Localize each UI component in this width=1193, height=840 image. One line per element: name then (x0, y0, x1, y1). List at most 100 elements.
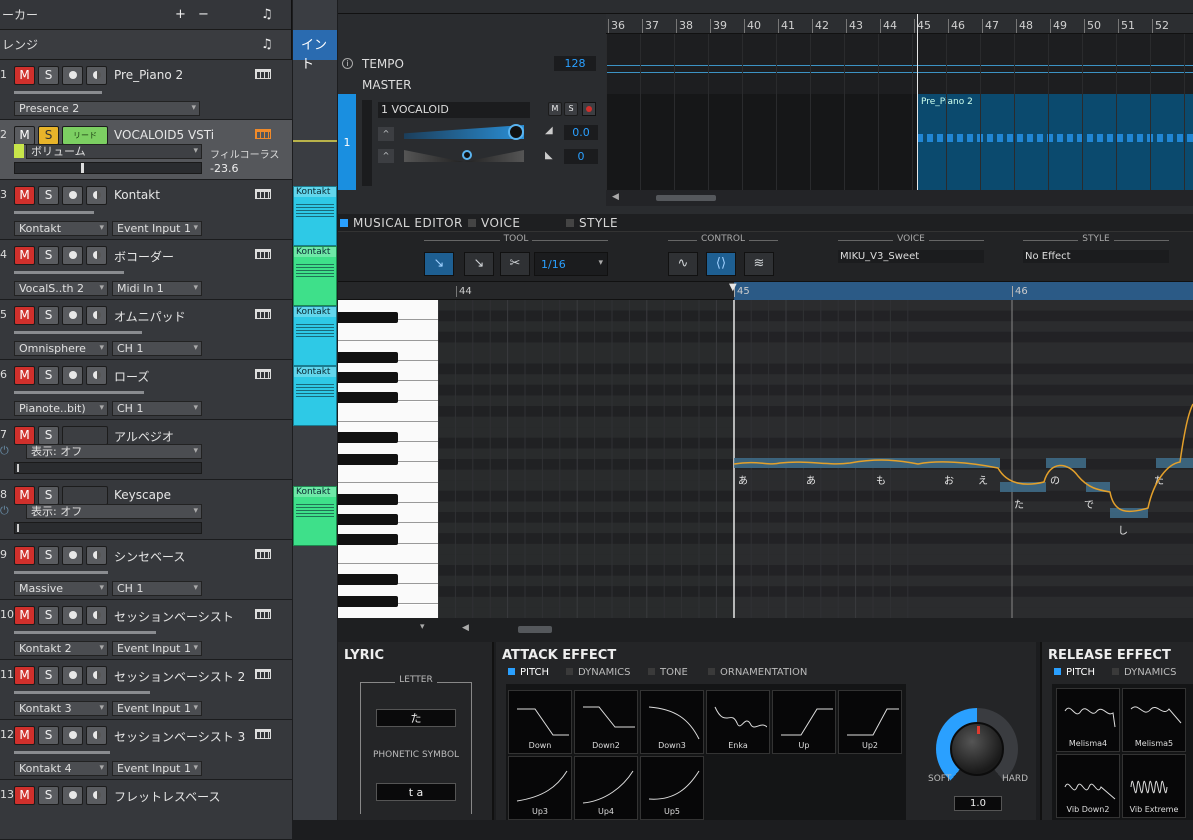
instrument-select[interactable]: Presence 2 (14, 101, 200, 116)
monitor-button[interactable] (86, 606, 107, 625)
input-select[interactable]: CH 1 (112, 581, 202, 596)
solo-button[interactable]: S (38, 726, 59, 745)
track-row[interactable]: 10MS セッションベーシスト Kontakt 2 Event Input 1 (0, 600, 292, 660)
black-key[interactable] (338, 392, 398, 403)
attack-preset-tile[interactable]: Enka (706, 690, 770, 754)
solo-button[interactable]: S (38, 306, 59, 325)
record-button[interactable] (62, 666, 83, 685)
black-key[interactable] (338, 312, 398, 323)
input-select[interactable]: Event Input 1 (112, 641, 202, 656)
scroll-thumb[interactable] (518, 626, 552, 633)
volume-meter[interactable] (14, 391, 144, 394)
horizontal-scrollbar[interactable]: ◀ (606, 190, 1193, 206)
track-name[interactable]: セッションベーシスト 2 (114, 668, 245, 685)
input-select[interactable]: Event Input 1 (112, 761, 202, 776)
info-icon[interactable]: i (342, 58, 353, 69)
record-button[interactable] (62, 366, 83, 385)
automation-select[interactable]: 表示: オフ (26, 504, 202, 519)
solo-button[interactable]: S (564, 102, 578, 116)
attack-preset-tile[interactable]: Up2 (838, 690, 902, 754)
attack-preset-tile[interactable]: Up (772, 690, 836, 754)
mute-button[interactable]: M (14, 786, 35, 805)
black-key[interactable] (338, 352, 398, 363)
monitor-button[interactable] (86, 366, 107, 385)
scissors-icon[interactable]: ✂ (500, 252, 530, 276)
track-name[interactable]: VOCALOID5 VSTi (114, 128, 214, 142)
mute-button[interactable]: M (14, 246, 35, 265)
input-select[interactable]: CH 1 (112, 401, 202, 416)
release-preset-tile[interactable]: Melisma5 (1122, 688, 1186, 752)
automation-select[interactable]: ボリューム (26, 144, 202, 159)
monitor-button[interactable] (86, 666, 107, 685)
track-row[interactable]: 8 M S Keyscape ⏻ 表示: オフ (0, 480, 292, 540)
instrument-select[interactable]: Kontakt 4 (14, 761, 108, 776)
track-row[interactable]: 4MS ボコーダー VocalS..th 2 Midi In 1 (0, 240, 292, 300)
record-button[interactable] (62, 726, 83, 745)
track-row[interactable]: 11MS セッションベーシスト 2 Kontakt 3 Event Input 1 (0, 660, 292, 720)
track-name[interactable]: ボコーダー (114, 248, 174, 265)
automation-select[interactable]: 表示: オフ (26, 444, 202, 459)
record-button[interactable] (62, 246, 83, 265)
editor-scrollbar[interactable]: ▾ ◀ (338, 618, 1193, 642)
monitor-button[interactable] (86, 66, 107, 85)
parameter-slider[interactable] (14, 162, 202, 174)
tab-musical-editor[interactable]: MUSICAL EDITOR (340, 216, 463, 230)
tab-voice[interactable]: VOICE (468, 216, 520, 230)
instrument-select[interactable]: Omnisphere (14, 341, 108, 356)
mute-button[interactable]: M (14, 546, 35, 565)
attack-preset-tile[interactable]: Up4 (574, 756, 638, 820)
volume-value[interactable]: 0.0 (564, 125, 598, 140)
attack-preset-tile[interactable]: Down3 (640, 690, 704, 754)
volume-fader[interactable] (404, 125, 524, 139)
style-select[interactable]: No Effect (1023, 250, 1169, 263)
playhead[interactable] (917, 14, 918, 190)
mute-button[interactable]: M (14, 426, 35, 445)
attack-preset-tile[interactable]: Down (508, 690, 572, 754)
track-row[interactable]: 12MS セッションベーシスト 3 Kontakt 4 Event Input 1 (0, 720, 292, 780)
release-preset-tile[interactable]: Vib Down2 (1056, 754, 1120, 818)
record-arm-button[interactable] (62, 426, 108, 445)
volume-meter[interactable] (14, 331, 142, 334)
instrument-select[interactable]: VocalS..th 2 (14, 281, 108, 296)
instrument-select[interactable]: Pianote..bit) (14, 401, 108, 416)
white-key[interactable] (338, 320, 438, 341)
volume-meter[interactable] (14, 91, 102, 94)
track-row[interactable]: 1 M S Pre_Piano 2 Presence 2 (0, 60, 292, 120)
tempo-lane[interactable] (606, 34, 1193, 94)
mute-button[interactable]: M (14, 306, 35, 325)
instrument-icon[interactable] (255, 189, 271, 199)
power-icon[interactable]: ⏻ (0, 444, 9, 458)
monitor-button[interactable] (86, 786, 107, 805)
mute-button[interactable]: M (14, 606, 35, 625)
caret-up-icon[interactable]: ^ (378, 127, 394, 141)
release-preset-tile[interactable]: Melisma4 (1056, 688, 1120, 752)
strength-knob[interactable] (950, 722, 1004, 776)
instrument-icon[interactable] (255, 369, 271, 379)
track-index-badge[interactable]: 1 (338, 94, 356, 190)
record-button[interactable] (62, 786, 83, 805)
volume-meter[interactable] (14, 211, 94, 214)
solo-button[interactable]: S (38, 666, 59, 685)
track-name[interactable]: シンセベース (114, 548, 185, 565)
pitch-control-icon[interactable]: ∿ (668, 252, 698, 276)
track-row[interactable]: 2MSリード VOCALOID5 VSTi ボリュームフィルコーラス-23.6 (0, 120, 292, 180)
instrument-icon[interactable] (255, 669, 271, 679)
white-key[interactable] (338, 401, 438, 422)
monitor-button[interactable] (86, 246, 107, 265)
color-swatch[interactable] (14, 144, 24, 158)
attack-preset-tile[interactable]: Up3 (508, 756, 572, 820)
piano-keyboard[interactable]: C4 C3 (338, 300, 438, 618)
record-icon[interactable] (582, 102, 596, 116)
parameter-slider[interactable] (14, 462, 202, 474)
release-preset-tile[interactable]: Vib Extreme (1122, 754, 1186, 818)
scroll-left-icon[interactable]: ◀ (462, 623, 469, 633)
arrange-clip[interactable]: Kontakt (293, 486, 337, 546)
attack-tab-ornamentation[interactable]: ORNAMENTATION (708, 666, 807, 680)
clip-pre-piano[interactable]: Pre_Piano 2 (917, 94, 1193, 190)
monitor-button[interactable] (86, 306, 107, 325)
track-name[interactable]: セッションベーシスト (114, 608, 234, 625)
instrument-select[interactable]: Massive (14, 581, 108, 596)
attack-preset-tile[interactable]: Down2 (574, 690, 638, 754)
mute-button[interactable]: M (14, 126, 35, 145)
record-arm-button[interactable] (62, 486, 108, 505)
